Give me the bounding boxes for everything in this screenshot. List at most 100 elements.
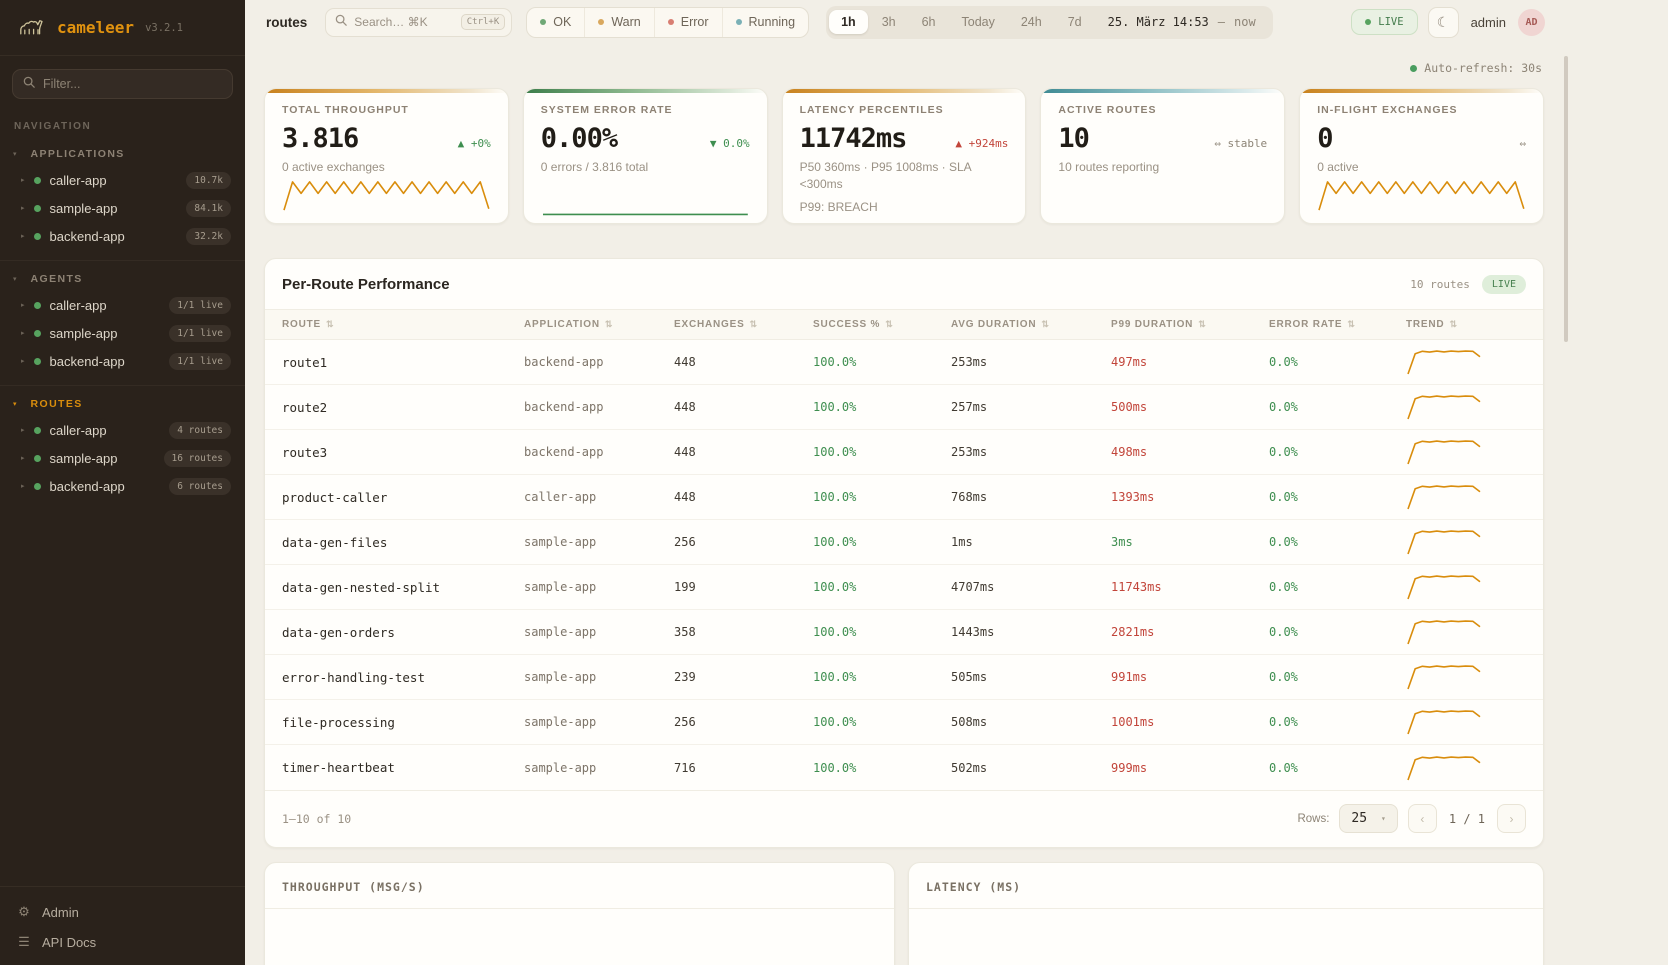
sidebar-item-caller-app[interactable]: ▸caller-app1/1 live xyxy=(0,291,245,319)
cell-application: backend-app xyxy=(524,355,674,369)
cell-trend-sparkline xyxy=(1406,707,1482,737)
table-row-route1[interactable]: route1backend-app448100.0%253ms497ms0.0% xyxy=(265,340,1543,385)
column-header-route[interactable]: ROUTE⇅ xyxy=(282,319,524,330)
time-range-segment: 1h3h6hToday24h7d25. März 14:53—now xyxy=(826,6,1273,39)
kpi-card-latency-percentiles: LATENCY PERCENTILES 11742ms ▲ +924ms P50 36… xyxy=(782,88,1027,224)
column-header-exchanges[interactable]: EXCHANGES⇅ xyxy=(674,319,813,330)
scrollbar-thumb[interactable] xyxy=(1564,56,1568,342)
sidebar-item-backend-app[interactable]: ▸backend-app6 routes xyxy=(0,472,245,500)
table-row-file-processing[interactable]: file-processingsample-app256100.0%508ms1… xyxy=(265,700,1543,745)
cell-p99-duration: 11743ms xyxy=(1111,580,1269,594)
sidebar-item-sample-app[interactable]: ▸sample-app1/1 live xyxy=(0,319,245,347)
live-badge[interactable]: LIVE xyxy=(1351,9,1417,35)
cell-success: 100.0% xyxy=(813,535,951,549)
table-row-error-handling-test[interactable]: error-handling-testsample-app239100.0%50… xyxy=(265,655,1543,700)
table-row-timer-heartbeat[interactable]: timer-heartbeatsample-app716100.0%502ms9… xyxy=(265,745,1543,790)
table-body: route1backend-app448100.0%253ms497ms0.0%… xyxy=(265,340,1543,790)
sidebar-item-sample-app[interactable]: ▸sample-app84.1k xyxy=(0,194,245,222)
range-button-1h[interactable]: 1h xyxy=(829,10,868,34)
kpi-delta: ▼ 0.0% xyxy=(710,137,750,150)
status-dot-icon xyxy=(668,19,674,25)
range-button-today[interactable]: Today xyxy=(950,10,1007,34)
nav-group-label: AGENTS xyxy=(31,273,83,285)
brand-name: cameleer xyxy=(57,18,134,37)
range-button-24h[interactable]: 24h xyxy=(1009,10,1054,34)
column-header-application[interactable]: APPLICATION⇅ xyxy=(524,319,674,330)
cell-success: 100.0% xyxy=(813,445,951,459)
search-icon xyxy=(23,75,35,93)
sidebar-footer-api-docs[interactable]: ☰API Docs xyxy=(0,927,245,957)
kpi-label: IN-FLIGHT EXCHANGES xyxy=(1317,104,1526,116)
status-filter-warn[interactable]: Warn xyxy=(584,8,653,37)
sidebar-item-backend-app[interactable]: ▸backend-app1/1 live xyxy=(0,347,245,375)
kpi-label: ACTIVE ROUTES xyxy=(1058,104,1267,116)
sidebar-item-badge: 32.2k xyxy=(186,228,231,245)
nav-group-header-routes[interactable]: ▾ROUTES xyxy=(0,398,245,416)
list-icon: ☰ xyxy=(17,934,31,950)
kpi-subtext: P50 360ms · P95 1008ms · SLA <300ms xyxy=(800,159,1009,194)
kpi-accent-strip xyxy=(1300,89,1543,93)
search-input[interactable] xyxy=(354,15,453,29)
sidebar-item-caller-app[interactable]: ▸caller-app4 routes xyxy=(0,416,245,444)
kpi-label: LATENCY PERCENTILES xyxy=(800,104,1009,116)
nav-section-label: NAVIGATION xyxy=(0,103,245,136)
kpi-delta: ⇔ stable xyxy=(1214,137,1267,150)
caret-down-icon: ▾ xyxy=(13,275,17,283)
column-header-label: SUCCESS % xyxy=(813,319,880,330)
next-page-button[interactable]: › xyxy=(1497,804,1526,833)
caret-right-icon: ▸ xyxy=(21,204,25,212)
caret-right-icon: ▸ xyxy=(21,357,25,365)
sort-icon: ⇅ xyxy=(605,319,613,330)
column-header-avg-duration[interactable]: AVG DURATION⇅ xyxy=(951,319,1111,330)
filter-input[interactable] xyxy=(43,77,222,91)
caret-right-icon: ▸ xyxy=(21,329,25,337)
table-row-product-caller[interactable]: product-callercaller-app448100.0%768ms13… xyxy=(265,475,1543,520)
sidebar-item-badge: 84.1k xyxy=(186,200,231,217)
range-button-3h[interactable]: 3h xyxy=(870,10,908,34)
sidebar-item-sample-app[interactable]: ▸sample-app16 routes xyxy=(0,444,245,472)
chevron-right-icon: › xyxy=(1510,812,1514,826)
chart-card-throughput-msg-s-: THROUGHPUT (MSG/S) xyxy=(264,862,895,965)
status-filter-running[interactable]: Running xyxy=(722,8,809,37)
date-range[interactable]: 25. März 14:53—now xyxy=(1096,15,1270,29)
column-header-success-[interactable]: SUCCESS %⇅ xyxy=(813,319,951,330)
column-header-trend[interactable]: TREND⇅ xyxy=(1406,319,1526,330)
pagination-controls: Rows: 25 ▾ ‹ 1 / 1 › xyxy=(1297,804,1526,833)
cell-avg-duration: 502ms xyxy=(951,761,1111,775)
nav-group-header-applications[interactable]: ▾APPLICATIONS xyxy=(0,148,245,166)
kpi-delta: ▲ +924ms xyxy=(955,137,1008,150)
column-header-p99-duration[interactable]: P99 DURATION⇅ xyxy=(1111,319,1269,330)
kpi-value: 11742ms xyxy=(800,123,907,154)
table-row-data-gen-nested-split[interactable]: data-gen-nested-splitsample-app199100.0%… xyxy=(265,565,1543,610)
search-box[interactable]: Ctrl+K xyxy=(325,8,512,37)
column-header-error-rate[interactable]: ERROR RATE⇅ xyxy=(1269,319,1406,330)
auto-refresh-label: Auto-refresh: 30s xyxy=(1424,61,1542,75)
cell-application: backend-app xyxy=(524,445,674,459)
table-row-route2[interactable]: route2backend-app448100.0%257ms500ms0.0% xyxy=(265,385,1543,430)
kpi-accent-strip xyxy=(783,89,1026,93)
table-row-route3[interactable]: route3backend-app448100.0%253ms498ms0.0% xyxy=(265,430,1543,475)
avatar[interactable]: AD xyxy=(1518,9,1545,36)
cell-error-rate: 0.0% xyxy=(1269,580,1406,594)
nav-group-header-agents[interactable]: ▾ AGENTS xyxy=(0,273,245,291)
sidebar-item-caller-app[interactable]: ▸caller-app10.7k xyxy=(0,166,245,194)
table-row-data-gen-orders[interactable]: data-gen-orderssample-app358100.0%1443ms… xyxy=(265,610,1543,655)
kpi-subtext: 0 active xyxy=(1317,159,1526,176)
table-row-data-gen-files[interactable]: data-gen-filessample-app256100.0%1ms3ms0… xyxy=(265,520,1543,565)
status-filter-ok[interactable]: OK xyxy=(527,8,584,37)
range-button-6h[interactable]: 6h xyxy=(910,10,948,34)
live-dot-icon xyxy=(1365,19,1371,25)
date-to: now xyxy=(1234,15,1256,29)
range-button-7d[interactable]: 7d xyxy=(1056,10,1094,34)
column-header-label: EXCHANGES xyxy=(674,319,745,330)
cell-avg-duration: 1ms xyxy=(951,535,1111,549)
theme-toggle-button[interactable]: ☾ xyxy=(1428,7,1459,38)
sidebar-filter[interactable] xyxy=(12,69,233,99)
sidebar-item-backend-app[interactable]: ▸backend-app32.2k xyxy=(0,222,245,250)
rows-per-page-select[interactable]: 25 ▾ xyxy=(1339,804,1397,833)
status-filter-error[interactable]: Error xyxy=(654,8,722,37)
prev-page-button[interactable]: ‹ xyxy=(1408,804,1437,833)
sort-icon: ⇅ xyxy=(1347,319,1355,330)
sidebar-footer-label: Admin xyxy=(42,905,79,920)
sidebar-footer-admin[interactable]: ⚙Admin xyxy=(0,897,245,927)
